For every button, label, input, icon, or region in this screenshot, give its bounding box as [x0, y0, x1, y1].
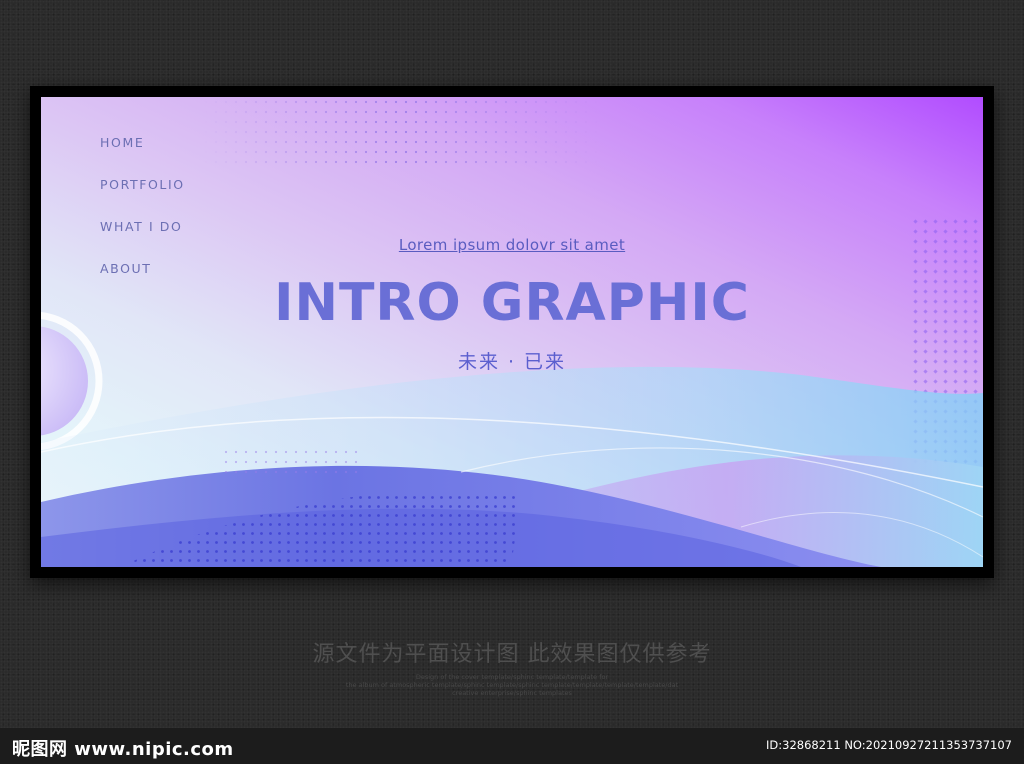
- caption-small-line: creative enterprise/sphinc templates: [452, 689, 572, 697]
- caption-small-line: Design of the cover template/sphinc temp…: [415, 673, 609, 681]
- site-brand[interactable]: 昵图网 www.nipic.com: [12, 735, 234, 761]
- hero-title: INTRO GRAPHIC: [274, 273, 750, 333]
- caption-small-line: the album of atmospheric template/sphinc…: [345, 681, 679, 689]
- hero-banner: HOME PORTFOLIO WHAT I DO ABOUT Lorem ips…: [41, 97, 983, 567]
- hero-subtitle: 未来 · 已来: [457, 351, 567, 373]
- nav-item-home[interactable]: HOME: [100, 135, 185, 177]
- caption-small: Design of the cover template/sphinc temp…: [300, 673, 724, 697]
- caption-main: 源文件为平面设计图 此效果图仅供参考: [312, 642, 712, 667]
- nav-item-portfolio[interactable]: PORTFOLIO: [100, 177, 185, 219]
- hero-link[interactable]: Lorem ipsum dolovr sit amet: [41, 236, 983, 254]
- image-id: ID:32868211 NO:20210927211353737107: [766, 738, 1012, 752]
- watermark-bar: 昵图网 www.nipic.com ID:32868211 NO:2021092…: [0, 728, 1024, 764]
